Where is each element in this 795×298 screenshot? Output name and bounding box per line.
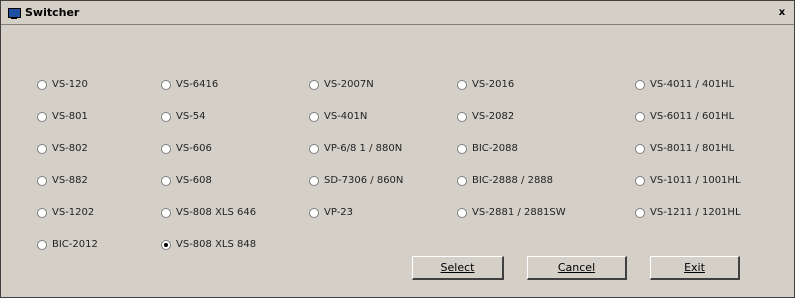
radio-circle-icon[interactable] [309,79,319,90]
radio-option-label: VS-2082 [472,111,515,122]
radio-option-label: VS-6416 [176,79,219,90]
radio-option-label: VS-120 [52,79,88,90]
radio-option-label: VS-1011 / 1001HL [650,175,741,186]
radio-option[interactable]: VS-606 [161,143,212,154]
radio-option[interactable]: VS-6416 [161,79,218,90]
radio-option[interactable]: VS-2016 [457,79,514,90]
radio-circle-icon[interactable] [37,79,47,90]
exit-button[interactable]: Exit [650,256,740,280]
radio-circle-icon[interactable] [635,175,645,186]
radio-option[interactable]: VS-802 [37,143,88,154]
radio-option-label: VS-2007N [324,79,374,90]
title-bar[interactable]: Switcher x [1,1,794,25]
radio-option-label: VS-606 [176,143,212,154]
radio-option[interactable]: VS-1211 / 1201HL [635,207,741,218]
radio-option[interactable]: VP-6/8 1 / 880N [309,143,402,154]
radio-option-label: VS-2881 / 2881SW [472,207,566,218]
radio-option[interactable]: SD-7306 / 860N [309,175,403,186]
radio-option[interactable]: VS-8011 / 801HL [635,143,734,154]
app-icon [7,6,21,20]
select-button[interactable]: Select [412,256,504,280]
radio-circle-icon[interactable] [457,143,467,154]
radio-option-label: VS-2016 [472,79,515,90]
radio-option[interactable]: BIC-2888 / 2888 [457,175,553,186]
radio-circle-icon[interactable] [161,239,171,250]
radio-option[interactable]: VS-2881 / 2881SW [457,207,566,218]
radio-circle-icon[interactable] [635,207,645,218]
radio-option[interactable]: VS-54 [161,111,206,122]
radio-option[interactable]: VS-801 [37,111,88,122]
radio-circle-icon[interactable] [37,207,47,218]
radio-option-label: VS-801 [52,111,88,122]
radio-option[interactable]: VP-23 [309,207,353,218]
radio-option-label: VS-882 [52,175,88,186]
radio-circle-icon[interactable] [635,143,645,154]
radio-circle-icon[interactable] [161,143,171,154]
radio-circle-icon[interactable] [457,111,467,122]
radio-option-label: VS-608 [176,175,212,186]
radio-circle-icon[interactable] [309,207,319,218]
radio-circle-icon[interactable] [161,79,171,90]
switcher-dialog: Switcher x VS-120 VS-801 VS-802 VS-882 VS-12… [0,0,795,298]
radio-option-label: BIC-2012 [52,239,98,250]
radio-option[interactable]: VS-6011 / 601HL [635,111,734,122]
radio-circle-icon[interactable] [457,79,467,90]
radio-option[interactable]: VS-4011 / 401HL [635,79,734,90]
radio-option-label: VS-1211 / 1201HL [650,207,741,218]
radio-circle-icon[interactable] [457,175,467,186]
radio-circle-icon[interactable] [37,175,47,186]
radio-circle-icon[interactable] [37,239,47,250]
radio-option-label: VS-1202 [52,207,95,218]
radio-option-label: VS-802 [52,143,88,154]
radio-option-label: VS-4011 / 401HL [650,79,735,90]
radio-option[interactable]: VS-1202 [37,207,94,218]
radio-option-label: BIC-2888 / 2888 [472,175,554,186]
radio-circle-icon[interactable] [635,79,645,90]
radio-circle-icon[interactable] [309,111,319,122]
radio-option[interactable]: VS-808 XLS 848 [161,239,256,250]
radio-option[interactable]: VS-608 [161,175,212,186]
close-button[interactable]: x [774,5,790,19]
radio-option-label: BIC-2088 [472,143,518,154]
radio-option[interactable]: VS-401N [309,111,367,122]
window-title: Switcher [25,6,80,19]
radio-option[interactable]: BIC-2012 [37,239,98,250]
radio-option-label: VS-808 XLS 646 [176,207,257,218]
radio-option-label: VS-8011 / 801HL [650,143,735,154]
radio-circle-icon[interactable] [37,143,47,154]
radio-circle-icon[interactable] [457,207,467,218]
radio-option[interactable]: VS-882 [37,175,88,186]
radio-option-label: VS-808 XLS 848 [176,239,257,250]
radio-option-label: VP-6/8 1 / 880N [324,143,403,154]
radio-option[interactable]: VS-2007N [309,79,374,90]
radio-circle-icon[interactable] [309,175,319,186]
radio-option[interactable]: VS-2082 [457,111,514,122]
radio-option-label: VP-23 [324,207,353,218]
radio-circle-icon[interactable] [161,207,171,218]
radio-circle-icon[interactable] [161,111,171,122]
radio-option-label: VS-54 [176,111,206,122]
radio-circle-icon[interactable] [309,143,319,154]
radio-option[interactable]: VS-120 [37,79,88,90]
radio-option[interactable]: VS-1011 / 1001HL [635,175,741,186]
cancel-button[interactable]: Cancel [527,256,627,280]
radio-circle-icon[interactable] [161,175,171,186]
radio-option-label: SD-7306 / 860N [324,175,404,186]
radio-circle-icon[interactable] [37,111,47,122]
radio-option[interactable]: VS-808 XLS 646 [161,207,256,218]
radio-option-label: VS-6011 / 601HL [650,111,735,122]
radio-option[interactable]: BIC-2088 [457,143,518,154]
radio-option-label: VS-401N [324,111,368,122]
radio-circle-icon[interactable] [635,111,645,122]
